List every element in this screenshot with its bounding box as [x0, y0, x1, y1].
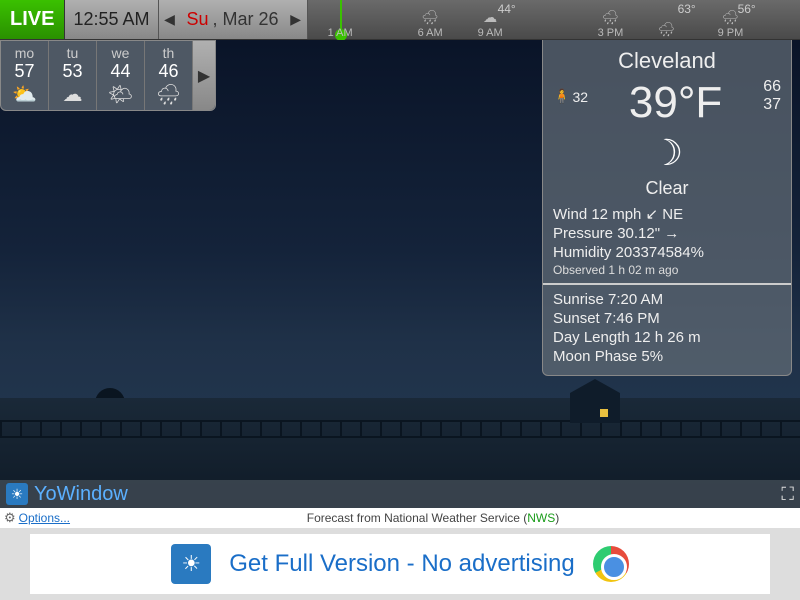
app-logo-icon: ☀	[6, 483, 28, 505]
forecast-source: Forecast from National Weather Service (…	[307, 511, 560, 525]
timeline-hour: 🌧3 PM	[598, 0, 624, 39]
forecast-day[interactable]: we44🌤	[97, 41, 145, 110]
timeline-hour: 56°🌧9 PM	[718, 0, 744, 39]
humidity-row: Humidity 203374584%	[553, 244, 781, 261]
low-temp: 37	[763, 96, 781, 114]
timeline-hour: 1 AM	[328, 0, 353, 39]
wind-row: Wind 12 mph ↙ NE	[553, 205, 781, 223]
forecast-more-button[interactable]: ▶	[193, 41, 215, 110]
weather-info-panel: Cleveland 🧍 32 39°F 66 37 ☽ Clear Wind 1…	[542, 40, 792, 376]
top-bar: LIVE 12:55 AM ◀ Su , Mar 26 ▶ 1 AM 🌧6 AM 4…	[0, 0, 800, 40]
fence	[0, 420, 800, 438]
forecast-day[interactable]: mo57⛅	[1, 41, 49, 110]
options-link[interactable]: Options...	[19, 511, 70, 525]
forecast-day[interactable]: th46🌧	[145, 41, 193, 110]
gear-icon: ⚙	[4, 510, 16, 526]
ad-text: Get Full Version - No advertising	[229, 550, 574, 578]
feels-like: 🧍 32	[553, 88, 588, 105]
live-badge[interactable]: LIVE	[0, 0, 65, 39]
prev-day-button[interactable]: ◀	[159, 0, 181, 39]
brand-bar: ☀ YoWindow ⛶	[0, 480, 800, 508]
ad-banner[interactable]: ☀ Get Full Version - No advertising	[0, 528, 800, 600]
hourly-timeline[interactable]: 1 AM 🌧6 AM 44°☁9 AM 🌧3 PM 56°🌧9 PM 63°🌧	[308, 0, 800, 39]
ad-logo-icon: ☀	[171, 544, 211, 584]
condition-text: Clear	[553, 178, 781, 199]
sky-scene: mo57⛅tu53☁we44🌤th46🌧▶ Cleveland 🧍 32 39°…	[0, 40, 800, 508]
date-text: , Mar 26	[213, 9, 279, 30]
daylength-row: Day Length 12 h 26 m	[553, 329, 781, 346]
current-date: Su , Mar 26	[181, 9, 285, 30]
next-day-button[interactable]: ▶	[285, 0, 307, 39]
panel-divider	[543, 283, 791, 285]
daily-forecast-strip: mo57⛅tu53☁we44🌤th46🌧▶	[0, 40, 216, 111]
timeline-hour: 44°☁9 AM	[478, 0, 503, 39]
pressure-row: Pressure 30.12" →	[553, 225, 781, 242]
fullscreen-button[interactable]: ⛶	[781, 484, 794, 505]
day-of-week: Su	[187, 9, 209, 30]
moon-icon: ☽	[553, 132, 781, 174]
chrome-icon	[593, 546, 629, 582]
sunrise-row: Sunrise 7:20 AM	[553, 291, 781, 308]
forecast-day[interactable]: tu53☁	[49, 41, 97, 110]
moonphase-row: Moon Phase 5%	[553, 348, 781, 365]
current-time: 12:55 AM	[65, 0, 158, 39]
person-icon: 🧍	[553, 88, 570, 105]
high-temp: 66	[763, 78, 781, 96]
nws-link[interactable]: NWS	[527, 511, 555, 525]
current-temperature: 39°F	[629, 78, 722, 128]
sunset-row: Sunset 7:46 PM	[553, 310, 781, 327]
app-name[interactable]: YoWindow	[34, 483, 128, 506]
observed-row: Observed 1 h 02 m ago	[553, 263, 781, 277]
hi-lo: 66 37	[763, 78, 781, 114]
timeline-hour: 63°🌧	[658, 0, 676, 39]
timeline-hour: 🌧6 AM	[418, 0, 443, 39]
date-navigator: ◀ Su , Mar 26 ▶	[159, 0, 308, 39]
location-name: Cleveland	[553, 48, 781, 74]
house-icon	[570, 393, 620, 423]
footer-bar: ⚙ Options... Forecast from National Weat…	[0, 508, 800, 528]
